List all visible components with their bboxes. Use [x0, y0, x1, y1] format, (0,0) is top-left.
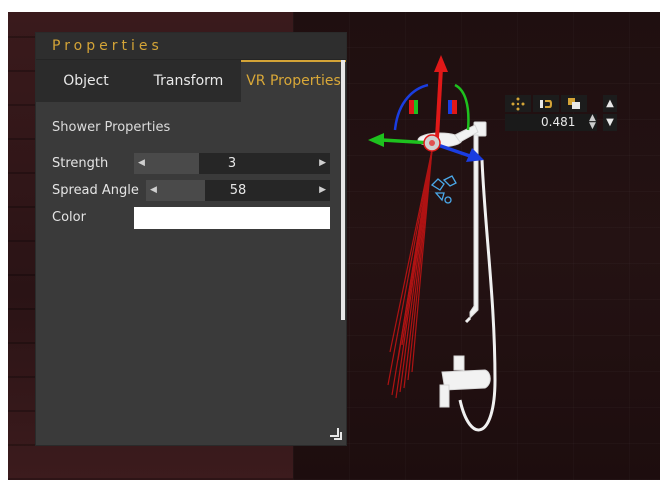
spread-angle-row: Spread Angle ◀ 58 ▶	[36, 177, 346, 204]
spinner-icon[interactable]: ▲ ▼	[589, 114, 596, 131]
copy-icon[interactable]	[561, 95, 587, 112]
properties-panel: Properties Object Transform VR Propertie…	[35, 32, 347, 446]
strength-value: 3	[227, 156, 237, 171]
shower-spray-particles	[387, 149, 433, 399]
strength-label: Strength	[52, 156, 109, 171]
color-row: Color	[36, 204, 346, 231]
spread-angle-slider[interactable]: ◀ 58 ▶	[146, 180, 330, 201]
transform-gizmo[interactable]	[368, 55, 484, 162]
spread-angle-label: Spread Angle	[52, 183, 139, 198]
panel-title: Properties	[36, 33, 346, 60]
chevron-right-icon[interactable]: ▶	[319, 158, 326, 168]
strength-row: Strength ◀ 3 ▶	[36, 150, 346, 177]
tab-transform[interactable]: Transform	[136, 60, 241, 102]
tab-object[interactable]: Object	[36, 60, 136, 102]
arrow-up-icon[interactable]: ▲	[603, 95, 617, 112]
magnet-icon[interactable]	[533, 95, 559, 112]
color-label: Color	[52, 210, 86, 225]
tab-vr-properties[interactable]: VR Properties	[241, 60, 346, 102]
snap-value-field[interactable]: 0.481	[505, 114, 597, 131]
arrow-down-icon[interactable]: ▼	[603, 114, 617, 131]
chevron-right-icon[interactable]: ▶	[319, 185, 326, 195]
resize-grip-icon[interactable]	[328, 426, 342, 440]
section-title: Shower Properties	[52, 120, 171, 135]
water-emitter-icon	[430, 175, 457, 204]
panel-scrollbar[interactable]	[341, 60, 345, 320]
strength-slider[interactable]: ◀ 3 ▶	[134, 153, 330, 174]
color-swatch[interactable]	[134, 206, 330, 229]
tab-bar: Object Transform VR Properties	[36, 60, 346, 102]
spread-angle-value: 58	[229, 183, 247, 198]
gizmo-toolbar: ▲ 0.481 ▲ ▼ ▼	[505, 95, 617, 133]
move-icon[interactable]	[505, 95, 531, 112]
